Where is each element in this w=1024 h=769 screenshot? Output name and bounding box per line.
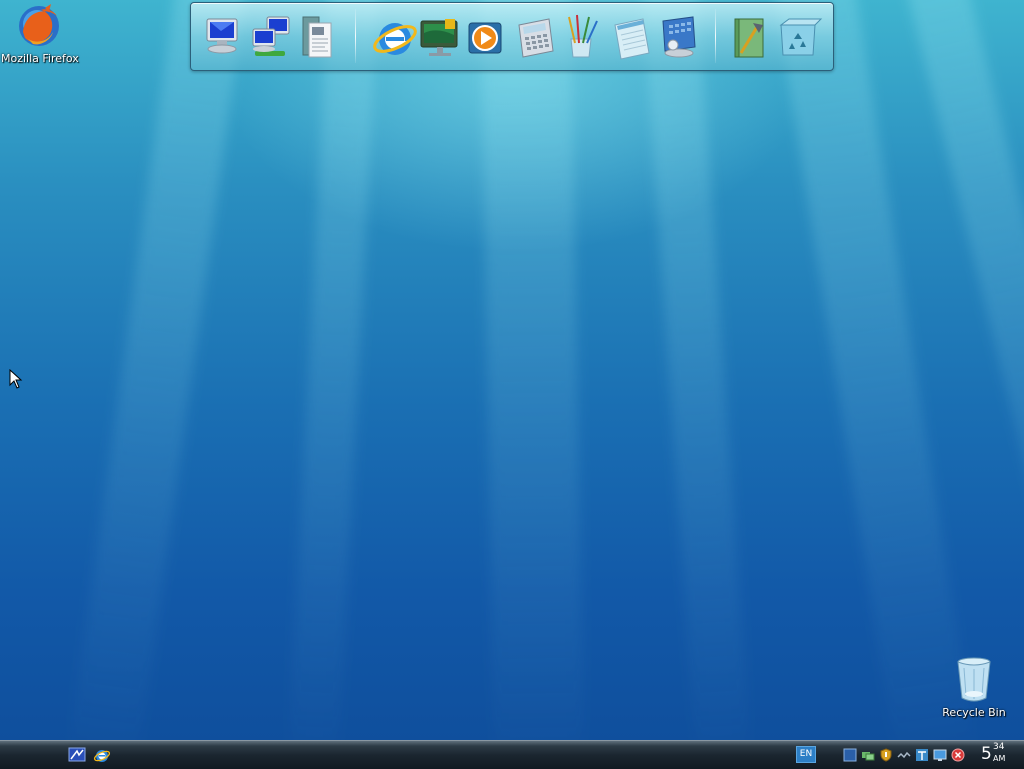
desktop-icon-firefox[interactable]: Mozilla Firefox — [1, 2, 79, 65]
tray-monitor[interactable] — [933, 747, 947, 761]
connection-icon — [897, 751, 911, 759]
dock-item-notepad[interactable] — [609, 13, 655, 63]
text-icon — [916, 749, 928, 761]
recycle-bin-icon — [779, 18, 823, 56]
dock-item-internet-explorer[interactable] — [371, 13, 417, 63]
light-ray — [287, 0, 380, 740]
firefox-icon — [19, 4, 59, 46]
clock-minute: 34 — [993, 742, 1005, 752]
network-icon — [862, 752, 875, 761]
security-shield-icon — [880, 748, 892, 762]
mouse-cursor-icon — [9, 369, 23, 389]
quick-launch-show-desktop[interactable] — [68, 746, 86, 764]
internet-explorer-icon — [373, 23, 417, 55]
paint-icon — [568, 14, 598, 58]
calendar-icon — [662, 16, 696, 58]
media-center-icon — [420, 19, 458, 56]
display-icon — [843, 748, 857, 762]
light-ray — [66, 0, 250, 740]
tools-icon — [734, 18, 764, 58]
dock-item-computer[interactable] — [199, 13, 245, 63]
dock-item-tools[interactable] — [727, 13, 773, 63]
media-player-icon — [468, 22, 502, 54]
dock-item-paint[interactable] — [559, 13, 605, 63]
dock-toolbar — [190, 2, 834, 71]
desktop[interactable]: Mozilla Firefox Recycle Bin — [0, 0, 1024, 740]
dock-item-calendar[interactable] — [655, 13, 701, 63]
quick-launch-internet-explorer[interactable] — [93, 746, 111, 764]
recycle-bin-icon — [957, 657, 991, 702]
tray-close[interactable] — [951, 747, 965, 762]
dock-separator — [355, 9, 356, 63]
taskbar: EN 5 34 AM — [0, 740, 1024, 769]
desktop-icon-recycle-bin[interactable]: Recycle Bin — [936, 656, 1012, 719]
desktop-icon-label: Recycle Bin — [942, 706, 1006, 719]
desktop-icon-label: Mozilla Firefox — [1, 52, 79, 65]
dock-item-network[interactable] — [249, 13, 295, 63]
close-icon — [951, 748, 965, 762]
network-icon — [252, 16, 290, 56]
language-indicator[interactable]: EN — [796, 746, 816, 763]
dock-item-documents[interactable] — [295, 13, 341, 63]
light-ray — [640, 0, 753, 740]
monitor-icon — [933, 749, 947, 761]
clock-hour: 5 — [981, 744, 992, 764]
notepad-icon — [614, 18, 650, 60]
documents-icon — [302, 16, 332, 58]
system-clock[interactable]: 5 34 AM — [980, 742, 1022, 768]
dock-item-calculator[interactable] — [513, 13, 559, 63]
show-desktop-icon — [68, 747, 86, 762]
dock-item-media-player[interactable] — [463, 13, 509, 63]
tray-text[interactable] — [915, 747, 929, 761]
computer-icon — [206, 18, 238, 54]
internet-explorer-icon — [93, 750, 111, 762]
tray-network[interactable] — [861, 747, 875, 761]
light-ray — [480, 0, 585, 740]
tray-display[interactable] — [843, 747, 857, 762]
tray-security[interactable] — [879, 747, 893, 762]
calculator-icon — [518, 18, 554, 58]
tray-connection[interactable] — [897, 747, 911, 761]
dock-separator — [715, 9, 716, 63]
dock-item-media-center[interactable] — [417, 13, 463, 63]
dock-item-recycle-bin[interactable] — [777, 13, 823, 63]
clock-ampm: AM — [993, 754, 1006, 763]
